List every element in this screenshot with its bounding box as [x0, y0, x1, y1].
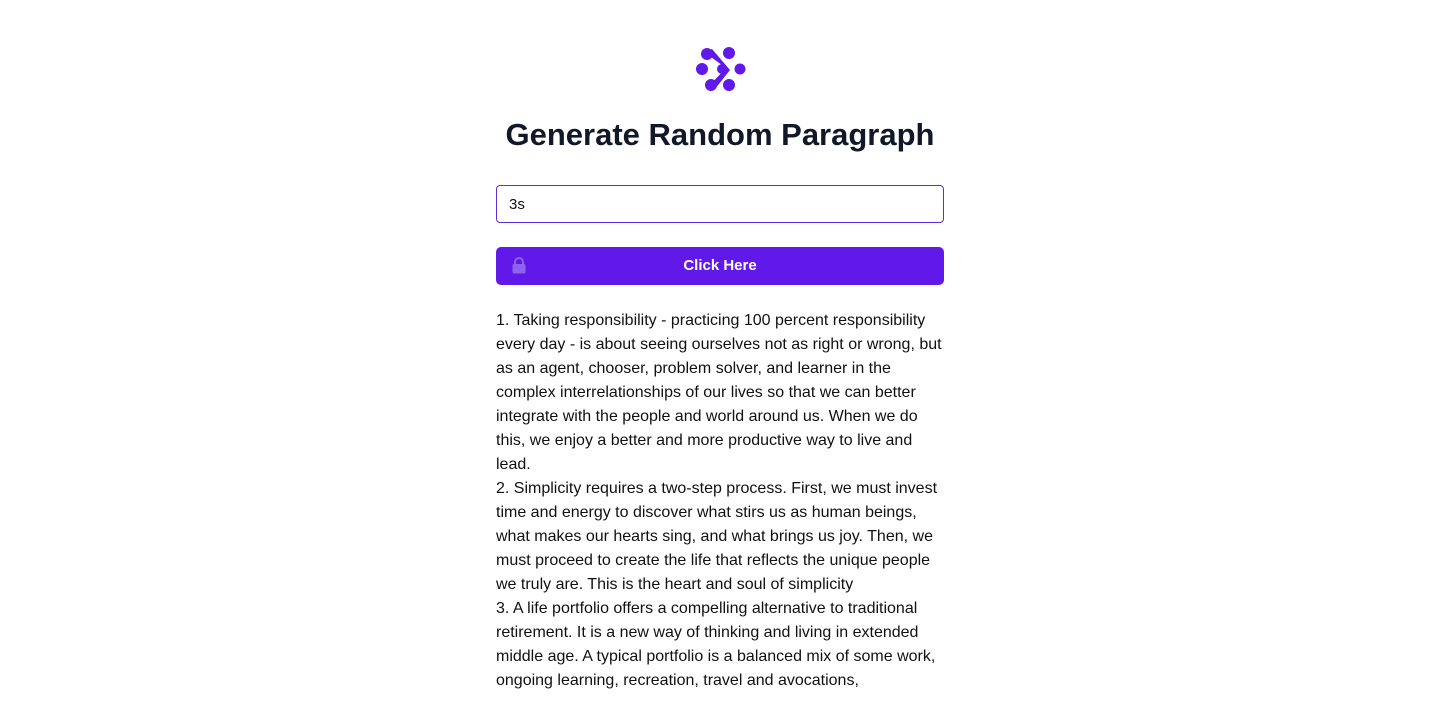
generate-button[interactable]: Click Here	[496, 247, 944, 285]
paragraph-item: 1. Taking responsibility - practicing 10…	[496, 312, 942, 473]
lock-icon	[512, 257, 526, 274]
paragraph-item: 3. A life portfolio offers a compelling …	[496, 600, 936, 689]
page-title: Generate Random Paragraph	[505, 117, 935, 152]
paragraph-count-input[interactable]	[496, 185, 944, 223]
paragraph-item: 2. Simplicity requires a two-step proces…	[496, 480, 938, 593]
page: Generate Random Paragraph Click Here 1. …	[0, 0, 1440, 720]
generate-button-label: Click Here	[683, 257, 757, 274]
dots-network-logo-icon	[696, 44, 748, 94]
generated-paragraphs: 1. Taking responsibility - practicing 10…	[496, 309, 944, 693]
